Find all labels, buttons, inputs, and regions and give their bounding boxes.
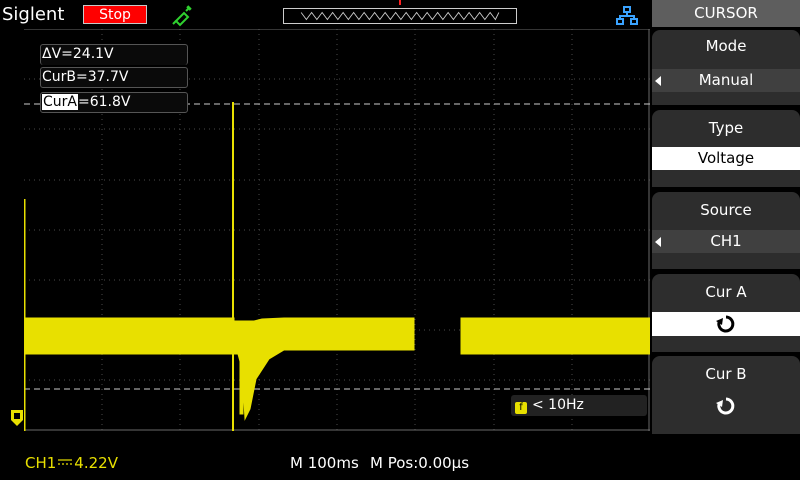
probe-icon xyxy=(172,5,192,27)
mode-value-text: Manual xyxy=(698,71,754,89)
memory-timebase-indicator xyxy=(283,8,517,24)
ch1-scale-info[interactable]: CH1 4.22V xyxy=(25,454,118,472)
cursor-a-value: =61.8V xyxy=(77,94,131,110)
source-value-text: CH1 xyxy=(710,232,742,250)
cur-a-label: Cur A xyxy=(705,283,747,301)
frequency-icon: f xyxy=(515,402,527,414)
menu-title: CURSOR xyxy=(652,0,800,27)
delta-v-readout: ΔV=24.1V xyxy=(40,44,188,65)
cursor-a-label: CurA xyxy=(42,94,78,110)
trigger-position-marker xyxy=(399,0,401,5)
brand-logo: Siglent xyxy=(2,4,65,25)
cursor-a-readout: CurA=61.8V xyxy=(40,92,188,113)
cursor-b-readout: CurB=37.7V xyxy=(40,67,188,88)
channel-label: CH1 xyxy=(25,454,57,472)
type-label: Type xyxy=(708,119,744,137)
horizontal-position-info[interactable]: M Pos:0.00μs xyxy=(370,454,469,472)
cur-a-knob-field[interactable] xyxy=(652,312,800,336)
mode-label: Mode xyxy=(705,37,747,55)
timebase-info[interactable]: M 100ms xyxy=(290,454,359,472)
waveform-display[interactable] xyxy=(24,29,650,431)
dc-coupling-icon xyxy=(58,459,73,465)
trigger-level-marker-icon[interactable] xyxy=(11,410,23,426)
mode-menu-item[interactable]: Mode Manual xyxy=(652,30,800,105)
grid-lines xyxy=(24,29,650,431)
rotate-knob-icon xyxy=(716,315,735,333)
type-menu-item[interactable]: Type Voltage xyxy=(652,110,800,187)
cursor-menu: CURSOR Mode Manual Type Voltage Source C… xyxy=(652,0,800,480)
source-label: Source xyxy=(700,201,752,219)
trigger-frequency-value: < 10Hz xyxy=(532,397,584,413)
run-stop-status[interactable]: Stop xyxy=(83,5,147,24)
source-menu-item[interactable]: Source CH1 xyxy=(652,192,800,269)
source-value[interactable]: CH1 xyxy=(652,230,800,253)
trigger-frequency-readout: f < 10Hz xyxy=(511,395,647,416)
rotate-knob-icon xyxy=(716,397,735,415)
cur-b-menu-item[interactable]: Cur B xyxy=(652,356,800,434)
channel-scale: 4.22V xyxy=(74,454,118,472)
ch1-trace xyxy=(24,102,650,431)
cur-b-label: Cur B xyxy=(705,365,747,383)
type-value[interactable]: Voltage xyxy=(652,147,800,170)
mode-value[interactable]: Manual xyxy=(652,69,800,92)
cur-a-menu-item[interactable]: Cur A xyxy=(652,274,800,352)
network-icon xyxy=(616,6,638,25)
left-arrow-icon xyxy=(655,237,661,247)
left-arrow-icon xyxy=(655,76,661,86)
